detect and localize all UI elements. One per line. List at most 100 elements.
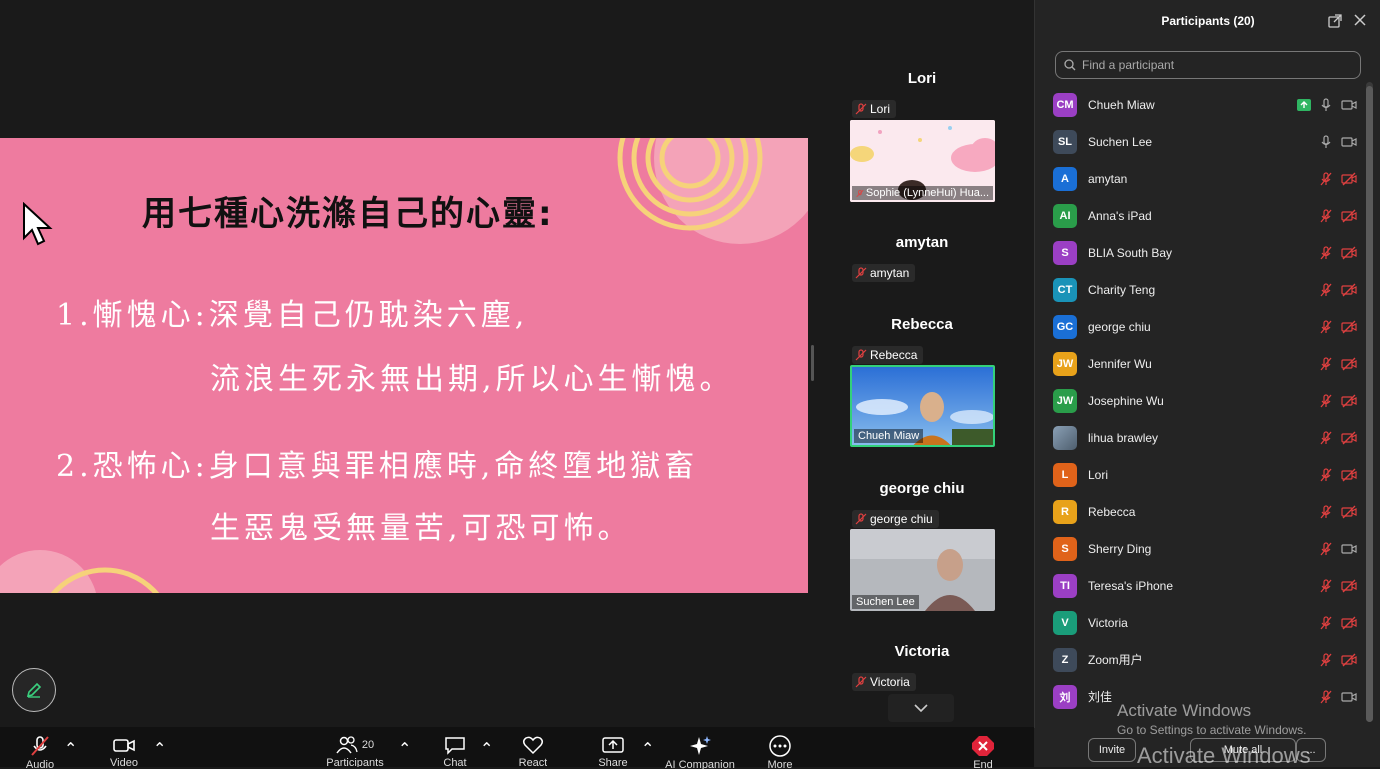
participant-row[interactable]: SL Suchen Lee — [1035, 123, 1365, 160]
video-off-icon[interactable] — [1341, 357, 1357, 371]
participant-row[interactable]: S BLIA South Bay — [1035, 234, 1365, 271]
mic-icon[interactable] — [1319, 134, 1333, 149]
mic-muted-icon[interactable] — [1319, 319, 1333, 334]
avatar: AI — [1053, 203, 1077, 228]
participant-row[interactable]: JW Jennifer Wu — [1035, 345, 1365, 382]
video-off-icon[interactable] — [1341, 431, 1357, 445]
video-off-icon[interactable] — [1341, 468, 1357, 482]
chat-options-caret[interactable]: ⌃ — [480, 739, 493, 759]
participant-row[interactable]: CM Chueh Miaw — [1035, 86, 1365, 123]
participant-list-scrollbar[interactable] — [1366, 82, 1373, 722]
video-caption-label: Suchen Lee — [856, 596, 915, 608]
ai-companion-button[interactable]: AI Companion — [665, 735, 735, 769]
participant-row[interactable]: R Rebecca — [1035, 493, 1365, 530]
gallery-name-rebecca: Rebecca — [891, 316, 953, 333]
video-tile-suchen-lee[interactable]: Suchen Lee — [850, 529, 995, 611]
participant-row[interactable]: V Victoria — [1035, 604, 1365, 641]
participant-row[interactable]: Z Zoom用户 — [1035, 641, 1365, 678]
video-off-icon[interactable] — [1341, 320, 1357, 334]
video-off-icon[interactable] — [1341, 394, 1357, 408]
participants-button[interactable]: 20 Participants — [320, 735, 390, 767]
video-off-icon[interactable] — [1341, 246, 1357, 260]
video-off-icon[interactable] — [1341, 283, 1357, 297]
close-icon[interactable] — [1354, 14, 1366, 26]
mic-muted-icon[interactable] — [1319, 393, 1333, 408]
pop-out-icon[interactable] — [1328, 14, 1342, 28]
video-camera-icon[interactable] — [1341, 690, 1357, 704]
mic-muted-icon[interactable] — [1319, 652, 1333, 667]
share-button[interactable]: Share — [578, 735, 648, 767]
mic-icon[interactable] — [1319, 97, 1333, 112]
participant-name: george chiu — [1088, 319, 1151, 334]
gallery-scroll-down-button[interactable] — [888, 694, 954, 722]
participant-row[interactable]: JW Josephine Wu — [1035, 382, 1365, 419]
video-tile-sophie[interactable]: Sophie (LynneHui) Hua... — [850, 120, 995, 202]
participant-name: Anna's iPad — [1088, 208, 1152, 223]
mic-muted-icon[interactable] — [1319, 541, 1333, 556]
invite-button[interactable]: Invite — [1088, 738, 1136, 762]
video-button[interactable]: Video — [89, 735, 159, 767]
mic-muted-icon[interactable] — [1319, 689, 1333, 704]
video-caption: Chueh Miaw — [854, 429, 924, 443]
video-camera-icon[interactable] — [1341, 98, 1357, 112]
mic-muted-icon[interactable] — [1319, 467, 1333, 482]
participants-options-caret[interactable]: ⌃ — [398, 739, 411, 759]
mic-muted-icon[interactable] — [1319, 282, 1333, 297]
avatar: 刘 — [1053, 684, 1077, 709]
gallery-tag-amytan: amytan — [852, 264, 916, 282]
participant-row[interactable]: lihua brawley — [1035, 419, 1365, 456]
participant-row[interactable]: CT Charity Teng — [1035, 271, 1365, 308]
scrollbar-thumb[interactable] — [1366, 86, 1373, 722]
participant-row[interactable]: L Lori — [1035, 456, 1365, 493]
split-resize-handle[interactable] — [811, 345, 814, 381]
video-camera-icon[interactable] — [1341, 542, 1357, 556]
react-button[interactable]: React — [498, 735, 568, 767]
annotate-pen-button[interactable] — [12, 668, 56, 712]
share-screen-icon — [602, 737, 624, 753]
mic-muted-icon[interactable] — [1319, 430, 1333, 445]
video-off-icon[interactable] — [1341, 653, 1357, 667]
video-caption-label: Sophie (LynneHui) Hua... — [865, 187, 989, 199]
participant-name: Lori — [1088, 467, 1109, 482]
mic-muted-icon[interactable] — [1319, 504, 1333, 519]
end-meeting-button[interactable]: End — [948, 735, 1018, 769]
more-button[interactable]: More — [745, 735, 815, 769]
video-off-icon[interactable] — [1341, 616, 1357, 630]
video-off-icon[interactable] — [1341, 172, 1357, 186]
avatar: V — [1053, 610, 1077, 635]
gallery-name-victoria: Victoria — [894, 643, 950, 660]
video-off-icon[interactable] — [1341, 505, 1357, 519]
participant-row[interactable]: 刘刘佳 — [1035, 678, 1365, 715]
participant-row[interactable]: S Sherry Ding — [1035, 530, 1365, 567]
mic-muted-icon[interactable] — [1319, 356, 1333, 371]
video-off-icon[interactable] — [1341, 209, 1357, 223]
people-icon — [336, 736, 358, 754]
participant-row[interactable]: GC george chiu — [1035, 308, 1365, 345]
mic-muted-icon — [856, 189, 864, 197]
gallery-tag-label: Rebecca — [870, 348, 918, 362]
participant-name: Jennifer Wu — [1088, 356, 1152, 371]
mic-muted-icon[interactable] — [1319, 245, 1333, 260]
slide-line-1: 1.慚愧心:深覺自己仍耽染六塵, — [56, 298, 529, 333]
video-off-icon[interactable] — [1341, 579, 1357, 593]
video-options-caret[interactable]: ⌃ — [153, 739, 166, 759]
panel-more-button[interactable]: ... — [1296, 738, 1326, 762]
audio-label: Audio — [25, 759, 55, 769]
participant-search-input[interactable] — [1082, 58, 1342, 72]
audio-options-caret[interactable]: ⌃ — [64, 739, 77, 759]
mic-muted-icon[interactable] — [1319, 171, 1333, 186]
video-camera-icon[interactable] — [1341, 135, 1357, 149]
participant-search[interactable] — [1055, 51, 1361, 79]
mic-muted-icon — [855, 676, 867, 688]
share-options-caret[interactable]: ⌃ — [641, 739, 654, 759]
participant-row[interactable]: TI Teresa's iPhone — [1035, 567, 1365, 604]
participant-row[interactable]: Aamytan — [1035, 160, 1365, 197]
mic-muted-icon[interactable] — [1319, 578, 1333, 593]
mic-muted-icon[interactable] — [1319, 615, 1333, 630]
video-tile-chueh-miaw-active-speaker[interactable]: Chueh Miaw — [850, 365, 995, 447]
mute-all-button[interactable]: Mute all — [1190, 738, 1296, 762]
slide-line-3: 2.恐怖心:身口意與罪相應時,命終墮地獄畜 — [56, 449, 699, 484]
mic-muted-icon[interactable] — [1319, 208, 1333, 223]
participant-name: Victoria — [1088, 615, 1128, 630]
participant-row[interactable]: AI Anna's iPad — [1035, 197, 1365, 234]
